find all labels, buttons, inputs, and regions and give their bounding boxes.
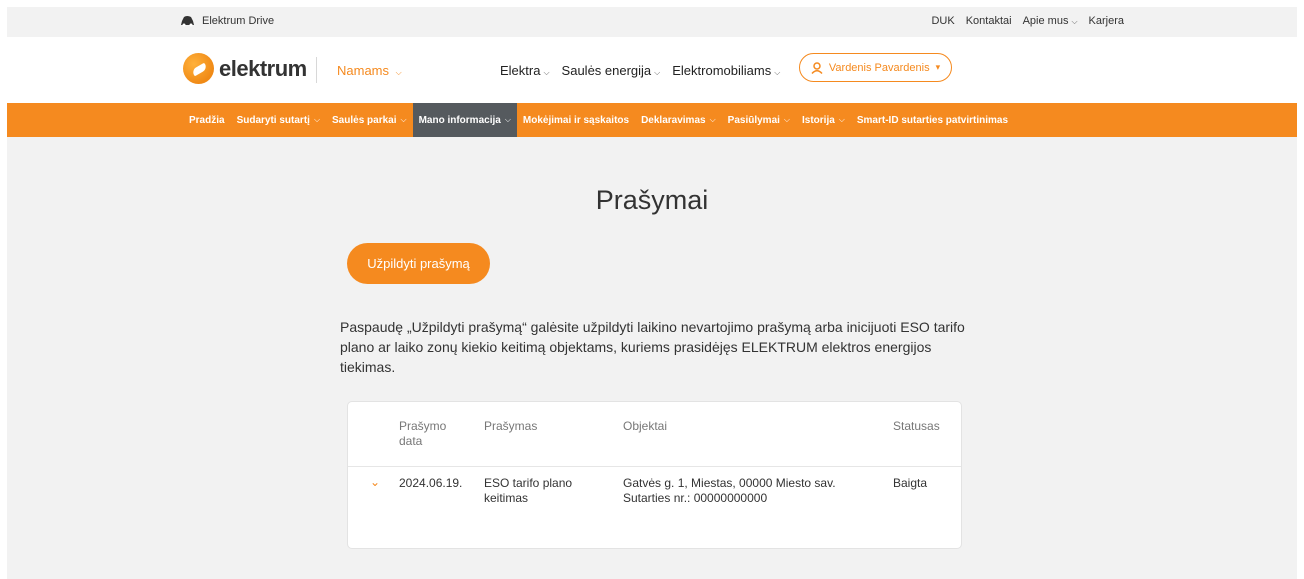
link-duk[interactable]: DUK [931, 15, 954, 27]
user-name: Vardenis Pavardenis [828, 61, 930, 74]
requests-table: Prašymo data Prašymas Objektai Statusas … [347, 401, 962, 549]
elektrum-drive-label: Elektrum Drive [202, 15, 275, 27]
user-account-button[interactable]: Vardenis Pavardenis ▾ [799, 53, 952, 82]
link-apie-mus[interactable]: Apie mus ⌵ [1023, 15, 1078, 27]
utility-links: DUK Kontaktai Apie mus ⌵ Karjera [931, 15, 1124, 27]
page-description: Paspaudę „Užpildyti prašymą“ galėsite už… [340, 319, 965, 375]
expand-row-chevron-icon[interactable]: ⌄ [370, 475, 380, 489]
column-header-status: Statusas [893, 419, 940, 433]
fill-request-button[interactable]: Užpildyti prašymą [347, 243, 490, 284]
secondary-nav-bar: Pradžia Sudaryti sutartį ⌵ Saulės parkai ⌵… [7, 103, 1297, 137]
cell-request: ESO tarifo plano keitimas [484, 476, 573, 505]
segment-label: Namams [337, 63, 390, 78]
link-kontaktai[interactable]: Kontaktai [966, 15, 1012, 27]
subnav-label: Istorija [802, 114, 835, 126]
subnav-deklaravimas[interactable]: Deklaravimas ⌵ [635, 103, 722, 137]
subnav-istorija[interactable]: Istorija ⌵ [796, 103, 851, 137]
subnav-label: Pradžia [189, 114, 225, 126]
chevron-down-icon: ⌵ [395, 68, 402, 77]
nav-saules-label: Saulės energija [561, 63, 652, 78]
page-title: Prašymai [595, 185, 709, 215]
chevron-down-icon: ⌵ [774, 68, 781, 77]
cell-object-address: Gatvės g. 1, Miestas, 00000 Miesto sav. [623, 476, 836, 490]
column-header-request: Prašymas [484, 419, 538, 433]
subnav-mano-informacija[interactable]: Mano informacija ⌵ [412, 103, 517, 137]
chevron-down-icon: ⌵ [543, 68, 550, 77]
chevron-down-icon: ⌵ [1071, 17, 1078, 26]
chevron-down-icon: ⌵ [783, 115, 790, 124]
chevron-down-icon: ⌵ [313, 115, 321, 124]
chevron-down-icon: ⌵ [504, 115, 511, 124]
nav-elektra[interactable]: Elektra ⌵ [500, 63, 550, 78]
elektrum-logo[interactable]: elektrum [183, 53, 307, 84]
nav-elektromobiliams[interactable]: Elektromobiliams ⌵ [672, 63, 780, 78]
link-karjera[interactable]: Karjera [1089, 15, 1124, 27]
chevron-down-icon: ⌵ [654, 68, 661, 77]
nav-elektromobiliams-label: Elektromobiliams [672, 63, 772, 78]
nav-elektra-label: Elektra [500, 63, 541, 78]
subnav-pasiulymai[interactable]: Pasiūlymai ⌵ [722, 103, 796, 137]
column-header-date: Prašymo data [399, 419, 447, 448]
utility-bar: Elektrum Drive DUK Kontaktai Apie mus ⌵ K… [7, 7, 1297, 37]
table-divider [348, 466, 961, 467]
cell-objects: Gatvės g. 1, Miestas, 00000 Miesto sav. … [623, 476, 873, 506]
subnav-sudaryti-sutarti[interactable]: Sudaryti sutartį ⌵ [231, 103, 326, 137]
subnav-label: Smart-ID sutarties patvirtinimas [856, 114, 1009, 126]
segment-selector[interactable]: Namams ⌵ [337, 63, 402, 78]
subnav-pradzia[interactable]: Pradžia [183, 103, 231, 137]
subnav-label: Pasiūlymai [727, 114, 780, 126]
chevron-down-icon: ⌵ [838, 115, 845, 124]
chevron-down-icon: ⌵ [400, 115, 407, 124]
header-divider [316, 57, 317, 83]
subnav-label: Deklaravimas [641, 114, 706, 126]
user-icon [811, 61, 823, 74]
subnav-label: Mokėjimai ir sąskaitos [522, 114, 630, 126]
elektrum-drive-link[interactable]: Elektrum Drive [180, 15, 274, 27]
subnav-mokejimai[interactable]: Mokėjimai ir sąskaitos [517, 103, 635, 137]
subnav-smart-id[interactable]: Smart-ID sutarties patvirtinimas [851, 103, 1014, 137]
main-header: elektrum Namams ⌵ Elektra ⌵ Saulės energi… [7, 37, 1297, 104]
cell-status: Baigta [893, 476, 928, 490]
subnav-label: Mano informacija [418, 114, 501, 126]
subnav-label: Sudaryti sutartį [236, 114, 310, 126]
column-header-objects: Objektai [623, 419, 668, 433]
link-apie-mus-label: Apie mus [1022, 15, 1069, 27]
subnav-saules-parkai[interactable]: Saulės parkai ⌵ [326, 103, 413, 137]
page-background: Elektrum Drive DUK Kontaktai Apie mus ⌵ K… [7, 7, 1297, 579]
cell-object-contract: Sutarties nr.: 00000000000 [623, 491, 768, 505]
car-icon [181, 16, 194, 27]
cell-date: 2024.06.19. [399, 476, 463, 490]
elektrum-logo-icon [183, 53, 214, 84]
nav-saules-energija[interactable]: Saulės energija ⌵ [562, 63, 661, 78]
logo-text: elektrum [219, 55, 307, 81]
chevron-down-icon: ▾ [935, 62, 941, 72]
chevron-down-icon: ⌵ [709, 115, 716, 124]
subnav-label: Saulės parkai [332, 114, 397, 126]
secondary-nav: Pradžia Sudaryti sutartį ⌵ Saulės parkai ⌵… [183, 103, 1014, 137]
main-nav: Elektra ⌵ Saulės energija ⌵ Elektromobilia… [500, 63, 780, 78]
